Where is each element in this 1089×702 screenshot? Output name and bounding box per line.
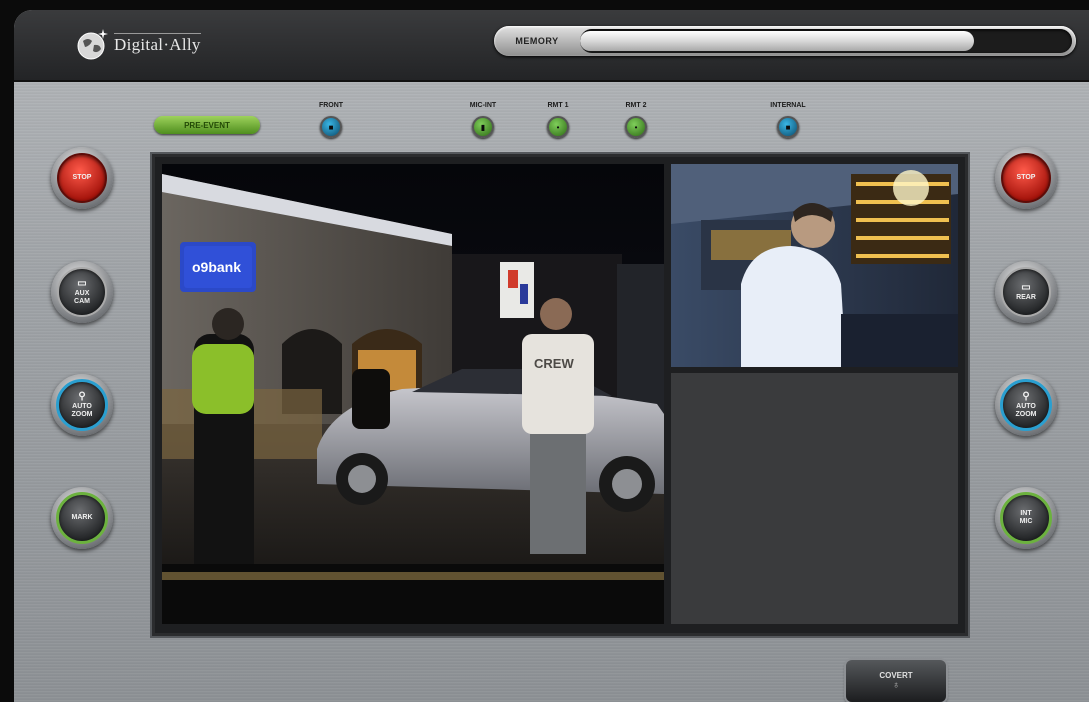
right-auto-zoom-button[interactable]: ⚲ AUTO ZOOM <box>995 374 1057 436</box>
memory-label: MEMORY <box>515 36 559 46</box>
right-stop-label: STOP <box>1001 153 1051 203</box>
rmt2-indicator: RMT 2 • <box>606 100 666 138</box>
aux-cam-face: ▭ AUX CAM <box>57 267 107 317</box>
front-label: FRONT <box>318 102 344 109</box>
pre-event-indicator: PRE-EVENT <box>154 116 260 134</box>
left-stop-label: STOP <box>57 153 107 203</box>
internal-indicator: INTERNAL ■ <box>758 100 818 138</box>
globe-logo-icon <box>77 29 108 60</box>
rmt1-indicator: RMT 1 • <box>528 100 588 138</box>
cam-label: CAM <box>74 297 90 305</box>
covert-button[interactable]: COVERT ♁ <box>846 660 946 702</box>
rear-label: REAR <box>1016 293 1036 301</box>
svg-text:CREW: CREW <box>534 356 574 371</box>
left-auto-label: AUTO <box>72 402 92 410</box>
int-mic-button[interactable]: INT MIC <box>995 487 1057 549</box>
left-auto-zoom-button[interactable]: ⚲ AUTO ZOOM <box>51 374 113 436</box>
remote-mic-1-icon: • <box>547 116 569 138</box>
left-zoom-label: ZOOM <box>71 410 93 418</box>
memory-gauge: MEMORY <box>494 26 1076 56</box>
aux-cam-button[interactable]: ▭ AUX CAM <box>51 261 113 323</box>
rear-face: ▭ REAR <box>1001 267 1051 317</box>
remote-mic-2-icon: • <box>625 116 647 138</box>
covert-label: COVERT <box>879 671 913 680</box>
mark-label: MARK <box>56 492 108 544</box>
internal-label: INTERNAL <box>770 102 806 109</box>
rmt1-label: RMT 1 <box>547 102 569 109</box>
magnifier-icon: ⚲ <box>1022 390 1030 402</box>
video-display: o9bank CREW <box>152 154 968 636</box>
aux-label: AUX <box>74 289 90 297</box>
front-camera-feed: o9bank CREW <box>162 164 664 624</box>
rmt2-label: RMT 2 <box>625 102 647 109</box>
right-stop-button[interactable]: STOP <box>995 147 1057 209</box>
memory-track <box>580 29 1072 53</box>
svg-text:o9bank: o9bank <box>192 259 241 275</box>
microphone-icon: ▮ <box>472 116 494 138</box>
lightbulb-icon: ♁ <box>892 680 900 691</box>
int-label: INT <box>1020 510 1032 517</box>
mic-int-label: MIC-INT <box>469 102 497 109</box>
camera-icon: ▭ <box>1021 281 1031 293</box>
front-camera-icon: ■ <box>320 116 342 138</box>
memory-fill-bar <box>580 31 974 51</box>
internal-camera-image <box>671 164 958 367</box>
left-auto-zoom-face: ⚲ AUTO ZOOM <box>56 379 108 431</box>
left-stop-button[interactable]: STOP <box>51 147 113 209</box>
dvr-device-panel: Digital·Ally MEMORY PRE-EVENT FRONT ■ MI… <box>14 10 1089 702</box>
internal-camera-feed <box>671 164 958 367</box>
camera-icon: ▭ <box>77 277 87 289</box>
logo-text: Digital·Ally <box>114 33 201 54</box>
right-auto-label: AUTO <box>1016 402 1036 410</box>
front-camera-image: o9bank CREW <box>162 164 664 624</box>
magnifier-icon: ⚲ <box>78 390 86 402</box>
right-auto-zoom-face: ⚲ AUTO ZOOM <box>1000 379 1052 431</box>
top-bar: Digital·Ally MEMORY <box>14 10 1089 82</box>
empty-camera-slot <box>671 373 958 624</box>
mic-label: MIC <box>1019 518 1033 525</box>
mic-int-indicator: MIC-INT ▮ <box>453 100 513 138</box>
internal-camera-icon: ■ <box>777 116 799 138</box>
right-zoom-label: ZOOM <box>1015 410 1037 418</box>
int-mic-face: INT MIC <box>1000 492 1052 544</box>
front-indicator: FRONT ■ <box>301 100 361 138</box>
mark-button[interactable]: MARK <box>51 487 113 549</box>
digital-ally-logo: Digital·Ally <box>76 24 201 64</box>
rear-camera-button[interactable]: ▭ REAR <box>995 261 1057 323</box>
